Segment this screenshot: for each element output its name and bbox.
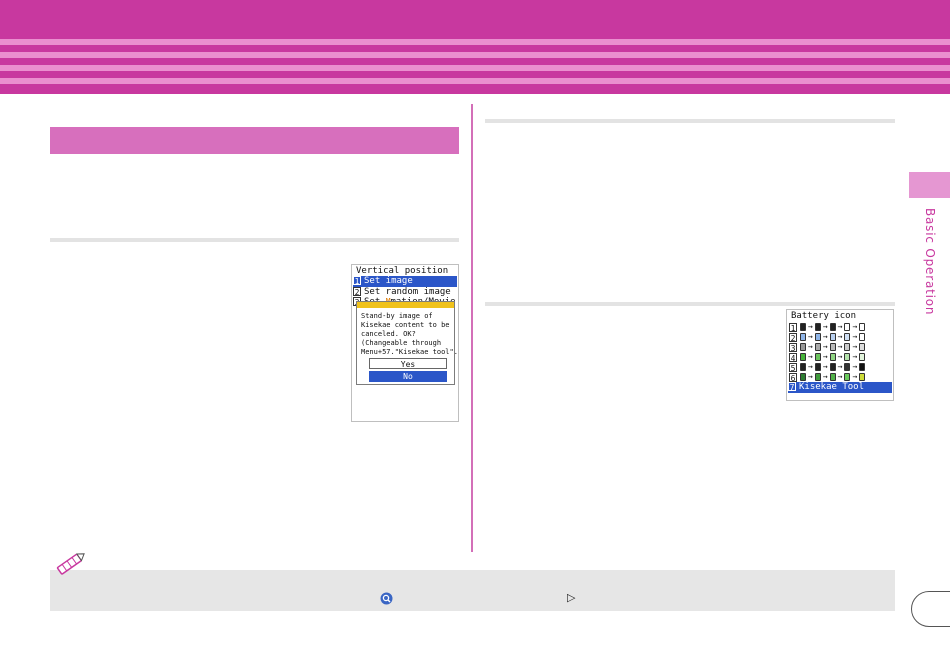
yes-button[interactable]: Yes bbox=[369, 358, 447, 369]
phone-screen-battery-icon: Battery icon 1 → → → → 2 → → → → 3 → → → → 4 → → → → 5 → → → → 6 →… bbox=[786, 309, 894, 401]
battery-icon bbox=[800, 373, 806, 381]
arrow-right-icon: → bbox=[808, 332, 813, 341]
magnifier-icon[interactable] bbox=[380, 592, 393, 605]
banner-stripe bbox=[0, 78, 950, 84]
banner-stripe bbox=[0, 65, 950, 71]
arrow-right-icon: → bbox=[822, 332, 828, 341]
no-button[interactable]: No bbox=[369, 371, 447, 382]
battery-icon bbox=[829, 333, 836, 341]
arrow-right-icon: → bbox=[822, 322, 828, 331]
battery-icon bbox=[814, 333, 821, 341]
battery-icon bbox=[844, 373, 851, 381]
menu-item-label: Kisekae Tool bbox=[799, 382, 865, 392]
triangle-right-icon: ▷ bbox=[567, 591, 576, 604]
item-number: 7 bbox=[788, 382, 796, 392]
arrow-right-icon: → bbox=[808, 372, 813, 381]
item-number: 5 bbox=[789, 362, 797, 373]
battery-option-row[interactable]: 6 → → → → bbox=[789, 372, 866, 383]
battery-icon bbox=[844, 353, 851, 361]
section-heading-bar bbox=[50, 127, 459, 154]
dialog-message: Stand-by image of Kisekae content to be … bbox=[361, 312, 458, 356]
battery-option-row[interactable]: 5 → → → → bbox=[789, 362, 866, 373]
battery-icon bbox=[829, 343, 836, 351]
note-box bbox=[50, 570, 895, 611]
item-number: 1 bbox=[353, 276, 361, 286]
dialog-header bbox=[357, 302, 454, 308]
arrow-right-icon: → bbox=[852, 342, 858, 351]
battery-icon bbox=[859, 363, 866, 371]
item-number: 3 bbox=[789, 342, 797, 353]
arrow-right-icon: → bbox=[837, 352, 843, 361]
battery-icon bbox=[859, 333, 866, 341]
arrow-right-icon: → bbox=[837, 322, 843, 331]
battery-icon bbox=[829, 363, 836, 371]
menu-item-kisekae-tool[interactable]: 7 Kisekae Tool bbox=[788, 382, 892, 393]
banner-stripe bbox=[0, 52, 950, 58]
arrow-right-icon: → bbox=[852, 322, 858, 331]
subsection-rule bbox=[485, 119, 895, 123]
battery-icon bbox=[829, 373, 836, 381]
pencil-note-icon bbox=[56, 553, 85, 575]
arrow-right-icon: → bbox=[808, 342, 813, 351]
battery-option-row[interactable]: 1 → → → → bbox=[789, 322, 866, 333]
subsection-rule bbox=[485, 302, 895, 306]
battery-icon bbox=[800, 343, 806, 351]
menu-item-label: Set image bbox=[364, 276, 413, 286]
battery-icon bbox=[859, 373, 866, 381]
arrow-right-icon: → bbox=[837, 342, 843, 351]
arrow-right-icon: → bbox=[808, 362, 813, 371]
item-number: 2 bbox=[789, 332, 797, 343]
battery-icon bbox=[800, 363, 806, 371]
confirm-dialog: Stand-by image of Kisekae content to be … bbox=[356, 301, 458, 385]
arrow-right-icon: → bbox=[852, 332, 858, 341]
battery-icon bbox=[859, 323, 866, 331]
arrow-right-icon: → bbox=[808, 322, 813, 331]
subsection-rule bbox=[50, 238, 459, 242]
arrow-right-icon: → bbox=[822, 342, 828, 351]
battery-icon bbox=[829, 353, 836, 361]
arrow-right-icon: → bbox=[808, 352, 813, 361]
menu-item-set-image[interactable]: 1 Set image bbox=[353, 276, 457, 287]
battery-icon bbox=[800, 353, 806, 361]
battery-icon bbox=[814, 343, 821, 351]
phone-screen-vertical-position: Vertical position 1 Set image 2 Set random… bbox=[351, 264, 459, 422]
item-number: 6 bbox=[789, 372, 797, 383]
battery-icon bbox=[844, 343, 851, 351]
battery-icon bbox=[844, 323, 851, 331]
arrow-right-icon: → bbox=[837, 332, 843, 341]
arrow-right-icon: → bbox=[822, 352, 828, 361]
arrow-right-icon: → bbox=[852, 362, 858, 371]
arrow-right-icon: → bbox=[837, 362, 843, 371]
arrow-right-icon: → bbox=[837, 372, 843, 381]
arrow-right-icon: → bbox=[852, 372, 858, 381]
chapter-label: Basic Operation bbox=[923, 208, 937, 316]
battery-icon bbox=[829, 323, 836, 331]
battery-icon bbox=[814, 353, 821, 361]
battery-icon bbox=[859, 353, 866, 361]
banner-stripe bbox=[0, 39, 950, 45]
item-number: 1 bbox=[789, 322, 797, 333]
battery-icon bbox=[814, 323, 821, 331]
screen-title: Battery icon bbox=[791, 311, 857, 321]
page-number-tab bbox=[911, 591, 950, 627]
battery-option-row[interactable]: 3 → → → → bbox=[789, 342, 866, 353]
battery-icon bbox=[800, 333, 806, 341]
item-number: 4 bbox=[789, 352, 797, 363]
battery-icon bbox=[814, 373, 821, 381]
battery-icon bbox=[814, 363, 821, 371]
battery-option-row[interactable]: 2 → → → → bbox=[789, 332, 866, 343]
battery-icon bbox=[859, 343, 866, 351]
column-divider bbox=[471, 104, 473, 552]
battery-icon bbox=[844, 363, 851, 371]
arrow-right-icon: → bbox=[822, 362, 828, 371]
item-number: 2 bbox=[353, 287, 361, 297]
battery-icon bbox=[844, 333, 851, 341]
battery-icon bbox=[800, 323, 806, 331]
arrow-right-icon: → bbox=[852, 352, 858, 361]
chapter-tab[interactable] bbox=[909, 172, 950, 198]
arrow-right-icon: → bbox=[822, 372, 828, 381]
header-banner bbox=[0, 0, 950, 94]
battery-option-row[interactable]: 4 → → → → bbox=[789, 352, 866, 363]
